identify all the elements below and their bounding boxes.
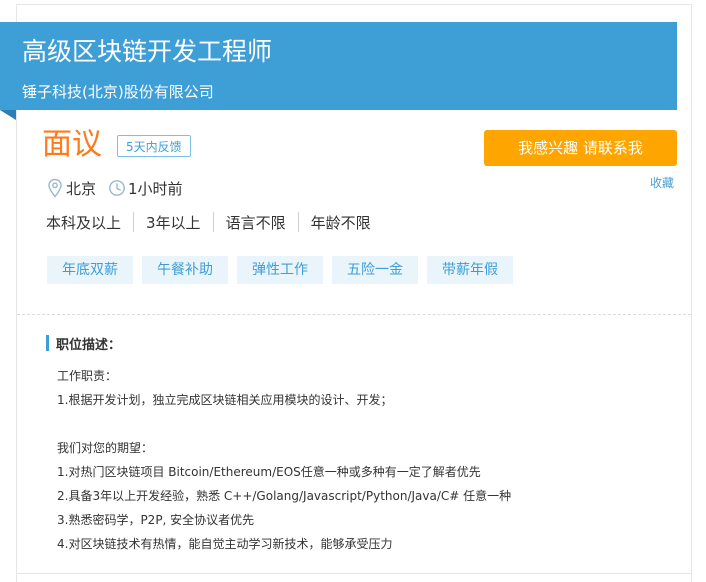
job-requirements: 本科及以上 3年以上 语言不限 年龄不限 bbox=[46, 210, 371, 234]
divider bbox=[212, 212, 214, 232]
description-line: 我们对您的期望： bbox=[57, 441, 154, 455]
banner-fold bbox=[0, 110, 16, 120]
location-text: 北京 bbox=[66, 179, 97, 198]
section-divider bbox=[17, 573, 691, 574]
salary: 面议 bbox=[42, 127, 102, 162]
req-age: 年龄不限 bbox=[310, 213, 371, 232]
description-line: 3.熟悉密码学，P2P, 安全协议者优先 bbox=[57, 513, 255, 527]
description-line: 1.根据开发计划，独立完成区块链相关应用模块的设计、开发； bbox=[57, 393, 393, 407]
description-line: 4.对区块链技术有热情，能自觉主动学习新技术，能够承受压力 bbox=[57, 537, 393, 551]
description-line: 工作职责： bbox=[57, 369, 118, 383]
description-heading: 职位描述： bbox=[46, 334, 122, 353]
divider bbox=[133, 212, 135, 232]
collect-link[interactable]: 收藏 bbox=[650, 174, 674, 191]
section-divider bbox=[17, 314, 691, 315]
req-language: 语言不限 bbox=[225, 213, 286, 232]
benefit-tag: 午餐补助 bbox=[142, 256, 228, 284]
company-name[interactable]: 锤子科技(北京)股份有限公司 bbox=[22, 82, 214, 102]
req-experience: 3年以上 bbox=[146, 213, 201, 232]
section-accent-bar bbox=[46, 335, 49, 351]
apply-button[interactable]: 我感兴趣 请联系我 bbox=[484, 130, 677, 166]
divider bbox=[297, 212, 299, 232]
page: 高级区块链开发工程师 锤子科技(北京)股份有限公司 面议 5天内反馈 我感兴趣 … bbox=[0, 0, 706, 582]
description-line: 1.对热门区块链项目 Bitcoin/Ethereum/EOS任意一种或多种有一… bbox=[57, 465, 481, 479]
clock-icon bbox=[108, 178, 126, 198]
map-pin-icon bbox=[46, 178, 64, 198]
posted-time: 1小时前 bbox=[128, 179, 183, 198]
benefit-tag: 带薪年假 bbox=[427, 256, 513, 284]
feedback-badge: 5天内反馈 bbox=[117, 135, 191, 157]
job-description: 工作职责： 1.根据开发计划，独立完成区块链相关应用模块的设计、开发； 我们对您… bbox=[57, 364, 511, 556]
description-line: 2.具备3年以上开发经验，熟悉 C++/Golang/Javascript/Py… bbox=[57, 489, 512, 503]
benefit-tags: 年底双薪 午餐补助 弹性工作 五险一金 带薪年假 bbox=[47, 256, 522, 284]
description-line bbox=[57, 412, 511, 436]
benefit-tag: 五险一金 bbox=[332, 256, 418, 284]
benefit-tag: 年底双薪 bbox=[47, 256, 133, 284]
job-header-banner: 高级区块链开发工程师 锤子科技(北京)股份有限公司 bbox=[0, 22, 677, 110]
benefit-tag: 弹性工作 bbox=[237, 256, 323, 284]
job-title: 高级区块链开发工程师 bbox=[22, 37, 273, 66]
req-education: 本科及以上 bbox=[46, 213, 122, 232]
job-meta: 北京 1小时前 bbox=[46, 176, 183, 200]
section-title: 职位描述： bbox=[56, 337, 122, 353]
